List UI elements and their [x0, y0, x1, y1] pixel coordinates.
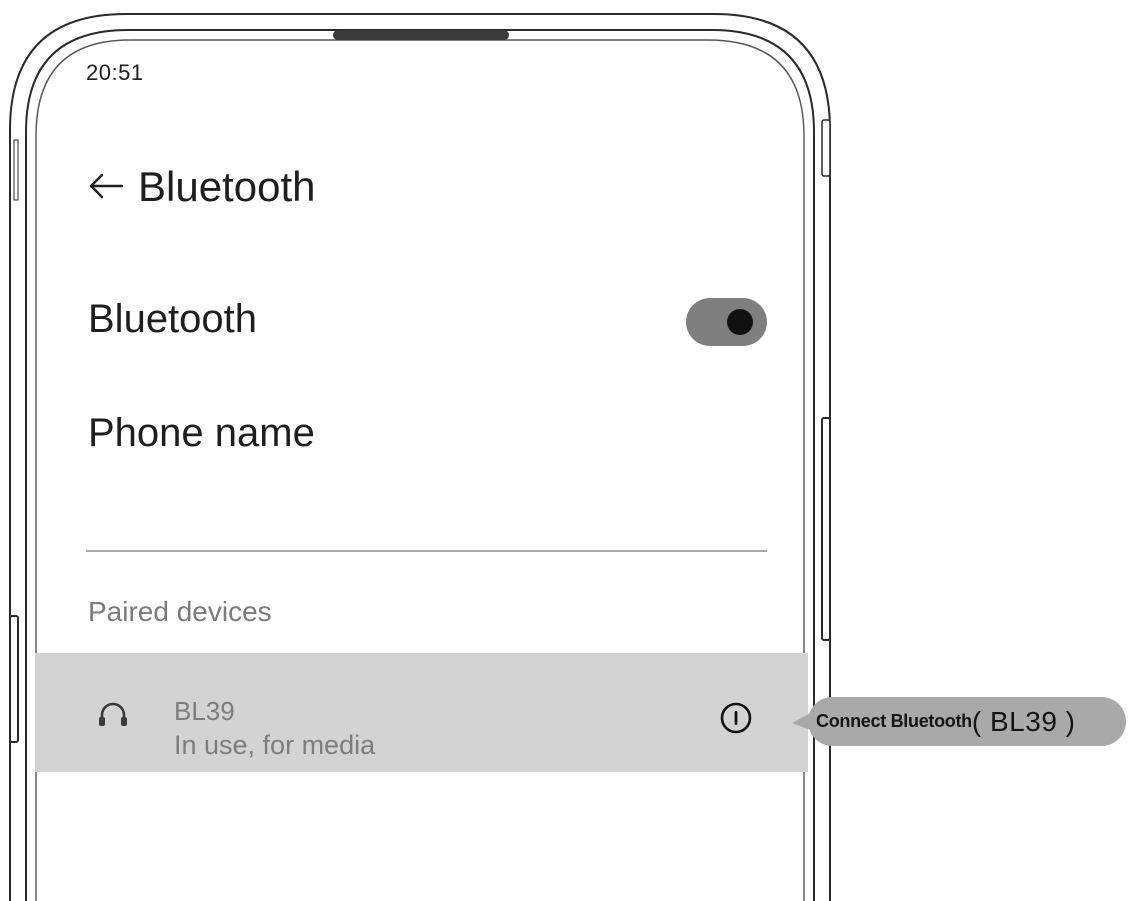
section-divider: [86, 550, 767, 552]
headphones-icon: [99, 702, 127, 726]
phone-name-item[interactable]: Phone name: [88, 407, 315, 459]
callout-device: ( BL39 ): [971, 705, 1076, 737]
callout-text: Connect Bluetooth: [816, 711, 972, 731]
device-name: BL39: [174, 696, 235, 726]
info-icon[interactable]: [718, 700, 754, 736]
arrow-left-icon: [89, 173, 124, 199]
bluetooth-label: Bluetooth: [88, 297, 258, 341]
device-status: In use, for media: [174, 730, 376, 760]
paired-devices-header: Paired devices: [88, 596, 272, 627]
callout-pointer: [792, 710, 816, 732]
paired-device-row[interactable]: [35, 653, 808, 772]
status-bar-time: 20:51: [86, 60, 144, 85]
callout-bubble: Connect Bluetooth ( BL39 ): [808, 697, 1126, 746]
page-title: Bluetooth: [138, 163, 316, 210]
bluetooth-toggle[interactable]: [686, 298, 767, 346]
back-button[interactable]: [82, 160, 130, 212]
toggle-knob: [727, 309, 753, 335]
